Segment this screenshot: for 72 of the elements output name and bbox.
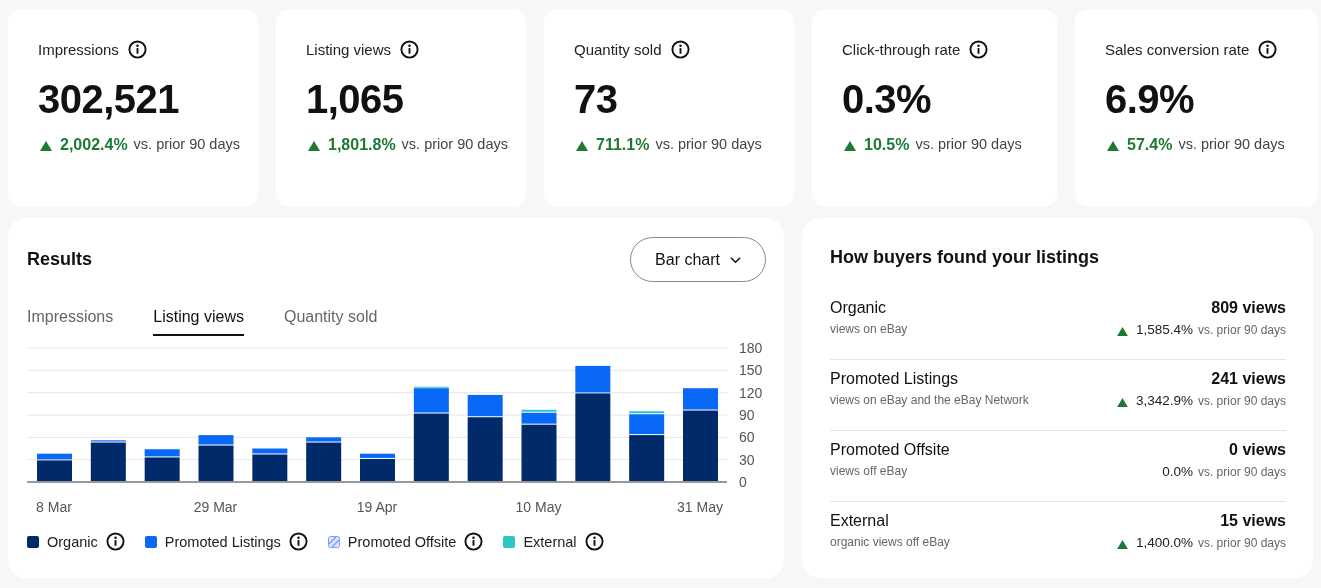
- info-icon[interactable]: [670, 40, 690, 59]
- x-axis-label: 19 Apr: [356, 499, 398, 515]
- views-count: 809 views: [1211, 299, 1286, 317]
- chart-type-dropdown[interactable]: Bar chart: [630, 237, 766, 282]
- info-icon[interactable]: [584, 532, 604, 551]
- y-axis-label: 60: [739, 429, 755, 446]
- chart-tab[interactable]: Quantity sold: [283, 300, 378, 336]
- results-title: Results: [27, 249, 93, 270]
- comparison-text: vs. prior 90 days: [915, 135, 1022, 154]
- change-percent: 1,801.8%: [328, 136, 396, 154]
- x-axis-label: 8 Mar: [36, 499, 72, 515]
- change-percent: 57.4%: [1127, 136, 1173, 154]
- change-percent: 2,002.4%: [60, 136, 128, 154]
- y-axis-label: 30: [739, 451, 755, 468]
- chevron-down-icon: [730, 255, 741, 264]
- metric-value: 6.9%: [1105, 77, 1196, 122]
- x-axis-label: 29 Mar: [193, 499, 238, 515]
- views-count: 15 views: [1220, 512, 1286, 530]
- change-percent: 1,585.4%: [1135, 322, 1193, 337]
- metric-value: 302,521: [38, 77, 181, 122]
- legend-label: External: [523, 533, 577, 550]
- comparison-text: vs. prior 90 days: [401, 135, 508, 154]
- x-axis-label: 31 May: [677, 499, 723, 515]
- source-description: views on eBay: [830, 322, 908, 336]
- chart-tab[interactable]: Listing views: [153, 300, 244, 336]
- info-icon[interactable]: [288, 532, 308, 551]
- source-name: Organic: [830, 299, 888, 317]
- comparison-text: vs. prior 90 days: [1178, 135, 1285, 154]
- legend-label: Organic: [47, 533, 98, 550]
- source-description: organic views off eBay: [830, 535, 950, 549]
- info-icon[interactable]: [464, 532, 484, 551]
- comparison-text: vs. prior 90 days: [1197, 393, 1286, 408]
- y-axis-label: 120: [739, 384, 763, 401]
- metric-label: Click-through rate: [842, 41, 961, 58]
- y-axis-label: 0: [739, 474, 747, 490]
- info-icon[interactable]: [105, 532, 125, 551]
- metric-label: Impressions: [38, 41, 119, 58]
- source-description: views on eBay and the eBay Network: [830, 393, 1029, 407]
- info-icon[interactable]: [1258, 40, 1278, 59]
- comparison-text: vs. prior 90 days: [655, 135, 762, 154]
- metric-value: 73: [574, 77, 619, 122]
- legend-label: Promoted Offsite: [347, 533, 457, 550]
- x-axis-label: 10 May: [515, 499, 562, 515]
- comparison-text: vs. prior 90 days: [133, 135, 240, 154]
- metric-value: 1,065: [306, 77, 405, 122]
- comparison-text: vs. prior 90 days: [1197, 464, 1286, 479]
- change-percent: 3,342.9%: [1135, 393, 1193, 408]
- y-axis-label: 150: [739, 362, 763, 379]
- change-percent: 10.5%: [864, 136, 910, 154]
- info-icon[interactable]: [127, 40, 147, 59]
- source-name: External: [830, 512, 890, 530]
- info-icon[interactable]: [400, 40, 420, 59]
- source-name: Promoted Listings: [830, 370, 960, 388]
- sources-title: How buyers found your listings: [830, 247, 1100, 268]
- metric-value: 0.3%: [842, 77, 933, 122]
- info-icon[interactable]: [969, 40, 989, 59]
- chart-tab[interactable]: Impressions: [27, 300, 114, 336]
- source-description: views off eBay: [830, 464, 909, 478]
- y-axis-label: 180: [739, 342, 763, 356]
- change-percent: 0.0%: [1162, 464, 1193, 479]
- change-percent: 711.1%: [596, 136, 650, 154]
- comparison-text: vs. prior 90 days: [1197, 535, 1286, 550]
- views-count: 241 views: [1211, 370, 1286, 388]
- views-count: 0 views: [1229, 441, 1286, 459]
- metric-label: Quantity sold: [574, 41, 662, 58]
- metric-label: Listing views: [306, 41, 392, 58]
- change-percent: 1,400.0%: [1135, 535, 1193, 550]
- legend-label: Promoted Listings: [164, 533, 281, 550]
- metric-label: Sales conversion rate: [1105, 41, 1250, 58]
- y-axis-label: 90: [739, 407, 755, 423]
- comparison-text: vs. prior 90 days: [1197, 322, 1286, 337]
- source-name: Promoted Offsite: [830, 441, 950, 459]
